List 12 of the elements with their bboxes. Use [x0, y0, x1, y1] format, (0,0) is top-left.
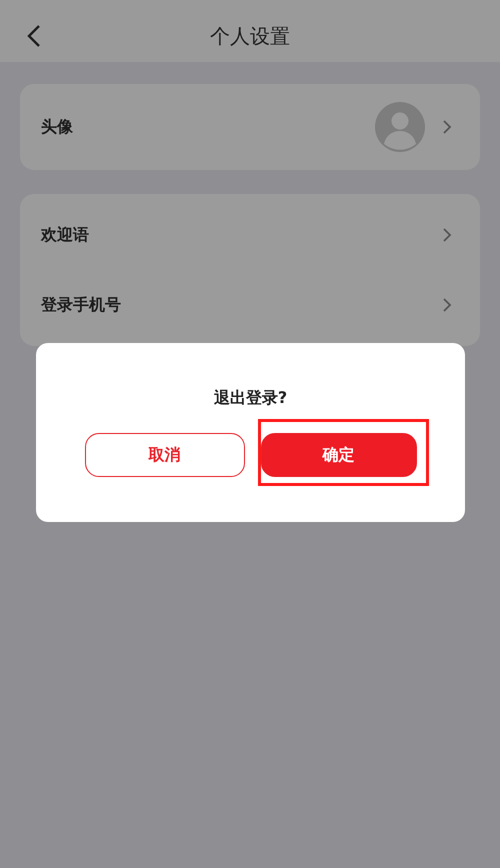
settings-item[interactable]: 登录手机号	[41, 294, 425, 316]
back-icon[interactable]	[27, 24, 41, 48]
confirm-button[interactable]: 确定	[260, 433, 416, 477]
settings-item[interactable]: 欢迎语	[41, 224, 425, 246]
page-title: 个人设置	[210, 22, 290, 50]
chevron-icon	[443, 228, 452, 242]
avatar-icon	[375, 102, 425, 152]
chevron-icon	[443, 298, 452, 312]
dialog-title: 退出登录?	[214, 388, 288, 409]
chevron-icon	[443, 120, 452, 134]
settings-item[interactable]: 头像	[41, 116, 357, 138]
cancel-button[interactable]: 取消	[84, 433, 244, 477]
